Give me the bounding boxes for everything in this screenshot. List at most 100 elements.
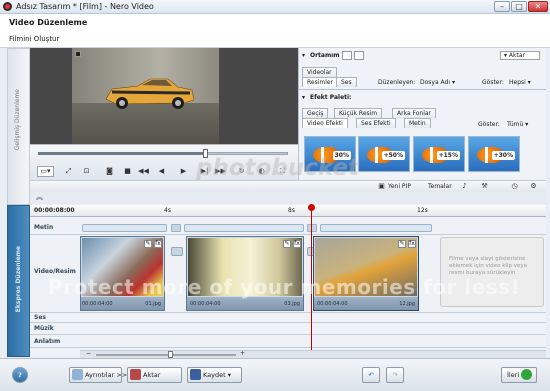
list-view-icon[interactable] (354, 51, 364, 60)
tick-label: 4s (164, 207, 171, 214)
wand-icon[interactable]: ⚒ (478, 181, 491, 192)
tab-backgrounds[interactable]: Arka Fonlar (392, 108, 437, 118)
export-button-label: Aktar (143, 371, 161, 379)
tab-transition[interactable]: Geçiş (302, 108, 329, 118)
collapse-arrow-icon[interactable]: ▾ (302, 52, 305, 59)
tab-video-effect[interactable]: Video Efekti (302, 118, 348, 128)
minimize-button[interactable]: – (494, 1, 510, 12)
side-tab-advanced[interactable]: Gelişmiş Düzenleme (7, 48, 30, 205)
grid-view-icon[interactable] (342, 51, 352, 60)
effects-show-value: Tümü (507, 121, 524, 128)
pip-icon[interactable]: ▣ (375, 181, 388, 192)
maximize-button[interactable]: □ (511, 1, 527, 12)
zoom-slider-handle[interactable] (168, 351, 173, 358)
stop-icon[interactable]: ■ (121, 166, 134, 177)
tab-sound[interactable]: Ses (336, 77, 357, 87)
window-title: Adsız Tasarım * [Film] - Nero Video (16, 2, 154, 11)
effect-thumb-2[interactable]: +50% (358, 136, 410, 172)
text-clip[interactable] (82, 224, 167, 232)
watermark-text: Protect more of your memories for less! (48, 275, 521, 299)
effects-icon[interactable]: fx (154, 240, 162, 248)
zoom-out-icon[interactable]: − (86, 351, 94, 358)
clip-start: 00:00:04:00 (317, 301, 348, 307)
edit-icon[interactable]: ✎ (144, 240, 152, 248)
tab-text[interactable]: Metin (404, 118, 431, 128)
microphone-icon[interactable]: ♪ (458, 181, 471, 192)
clip-filename: 01.jpg (145, 301, 161, 307)
track-sound (30, 313, 546, 323)
show-dropdown[interactable]: Hepsi ▾ (509, 79, 531, 88)
effects-icon[interactable]: fx (293, 240, 301, 248)
rewind-icon[interactable]: ◀◀ (137, 166, 150, 177)
effect-thumb-3[interactable]: +15% (413, 136, 465, 172)
next-button[interactable]: İleri (501, 367, 537, 383)
export-button[interactable]: Aktar (127, 367, 182, 383)
tab-audio-effect[interactable]: Ses Efekti (356, 118, 396, 128)
close-button[interactable]: ✕ (528, 1, 548, 12)
tab-thumbnail[interactable]: Küçük Resim (334, 108, 383, 118)
options-button[interactable]: Ayrıntılar >> (69, 367, 127, 383)
playhead-handle[interactable] (308, 204, 315, 211)
text-transition[interactable] (171, 224, 181, 232)
video-clip-selected[interactable]: ✎ fx 00:00:04:00 12.jpg (313, 236, 419, 311)
track-label-video: Video/Resim (34, 268, 76, 275)
video-clip[interactable]: ✎ fx 00:00:04:00 03.jpg (186, 236, 304, 311)
save-icon (190, 369, 201, 380)
side-tab-advanced-label: Gelişmiş Düzenleme (14, 89, 21, 151)
effects-show-dropdown[interactable]: Tümü ▾ (507, 121, 528, 130)
preview-marker-icon (75, 51, 81, 57)
timeline-current-time: 00:00:08:00 (34, 207, 75, 214)
play-icon[interactable]: ▶ (177, 166, 190, 177)
edit-icon[interactable]: ✎ (398, 240, 406, 248)
save-button[interactable]: Kaydet ▾ (187, 367, 242, 383)
help-button[interactable]: ? (12, 367, 28, 383)
nero-app-icon (3, 2, 12, 11)
video-clip[interactable]: ✎ fx 00:00:04:00 01.jpg (80, 236, 165, 311)
sort-dropdown[interactable]: Dosya Adı ▾ (420, 79, 455, 88)
timeline-zoom-bar: − + (80, 350, 546, 358)
options-button-label: Ayrıntılar >> (85, 371, 128, 379)
split-icon[interactable]: ⤢ (62, 166, 75, 177)
effects-icon[interactable]: fx (408, 240, 416, 248)
effects-panel-title: Efekt Paleti: (310, 94, 352, 101)
timer-icon[interactable]: ◷ (508, 181, 521, 192)
settings-icon[interactable]: ⚙ (527, 181, 540, 192)
media-panel-title: Ortamım (310, 52, 340, 59)
collapse-up-icon[interactable]: ︽ (36, 194, 46, 202)
zoom-in-icon[interactable]: + (240, 351, 248, 358)
tick-label: 12s (417, 207, 428, 214)
export-dropdown-label: Aktar (508, 52, 525, 59)
effect-thumb-3-label: +15% (436, 151, 460, 160)
track-label-narration: Anlatım (34, 338, 61, 345)
display-mode-icon[interactable]: ▭▾ (37, 166, 54, 177)
snapshot-icon[interactable]: ◙ (103, 166, 116, 177)
collapse-arrow-icon[interactable]: ▾ (302, 94, 305, 101)
film-export-icon (130, 369, 141, 380)
text-transition[interactable] (307, 224, 317, 232)
crop-icon[interactable]: ⊡ (80, 166, 93, 177)
track-label-music: Müzik (34, 325, 54, 332)
zoom-slider[interactable] (96, 354, 236, 356)
tick-label: 8s (288, 207, 295, 214)
timeline-ruler: 00:00:08:00 4s 8s 12s (30, 205, 546, 217)
new-pip-button[interactable]: Yeni PIP (388, 183, 411, 190)
prev-frame-icon[interactable]: ◀ (155, 166, 168, 177)
page-header: Video Düzenleme Filmini Oluştur (0, 14, 550, 48)
clip-filename: 12.jpg (399, 301, 415, 307)
track-label-text: Metin (34, 224, 54, 231)
car-image (105, 78, 195, 109)
redo-button[interactable]: ↷ (386, 367, 404, 383)
export-dropdown[interactable]: ▾ Aktar (500, 51, 540, 60)
edit-icon[interactable]: ✎ (283, 240, 291, 248)
track-music (30, 323, 546, 335)
text-clip[interactable] (184, 224, 304, 232)
track-narration (30, 335, 546, 348)
text-clip[interactable] (320, 224, 432, 232)
themes-button[interactable]: Temalar (428, 183, 452, 190)
effect-thumb-4[interactable]: +30% (468, 136, 520, 172)
tab-videos[interactable]: Videolar (302, 67, 337, 77)
undo-button[interactable]: ↶ (362, 367, 380, 383)
side-tab-express[interactable]: Ekspres Düzenleme (7, 205, 30, 357)
tab-images[interactable]: Resimler (302, 77, 339, 87)
transition-marker[interactable] (171, 247, 183, 256)
